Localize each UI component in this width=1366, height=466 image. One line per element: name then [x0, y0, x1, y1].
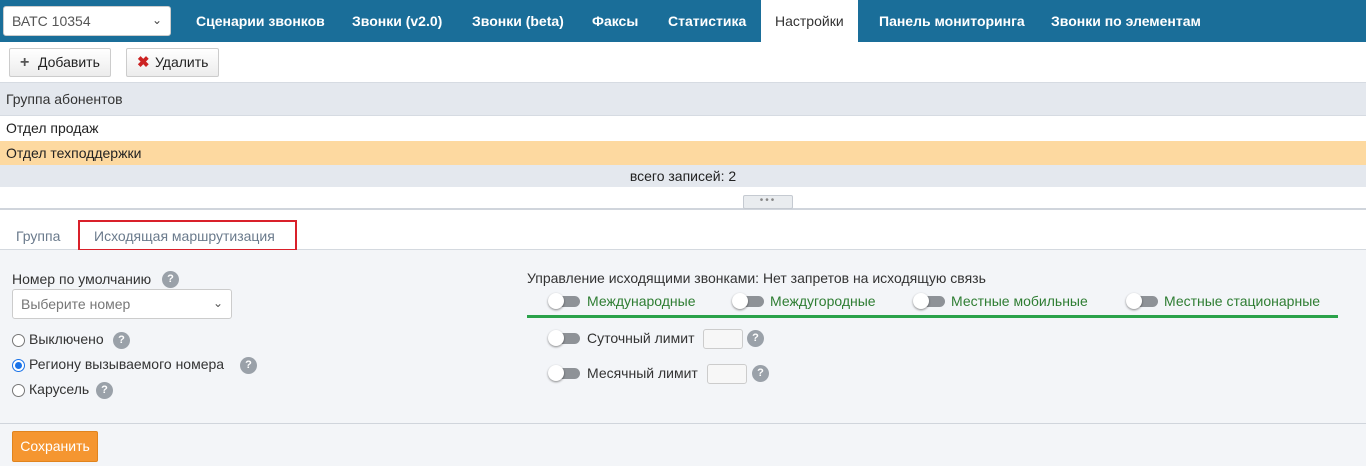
toggle-long-distance-label: Междугородные — [770, 293, 876, 309]
chevron-down-icon: ⌄ — [212, 296, 223, 310]
radio-disabled[interactable] — [12, 334, 25, 347]
tab-calls-by-elements[interactable]: Звонки по элементам — [1051, 0, 1201, 42]
close-icon: ✖ — [137, 54, 150, 71]
tab-call-scenarios[interactable]: Сценарии звонков — [196, 0, 325, 42]
pbx-selector[interactable]: ВАТС 10354 ⌄ — [3, 6, 171, 36]
help-icon[interactable]: ? — [240, 357, 257, 374]
toggle-daily-limit[interactable] — [548, 330, 580, 346]
add-button-label: Добавить — [38, 54, 100, 70]
radio-callee-region[interactable] — [12, 359, 25, 372]
tab-statistics[interactable]: Статистика — [668, 0, 746, 42]
plus-icon: + — [20, 54, 30, 71]
call-types-underline — [527, 315, 1338, 318]
save-button[interactable]: Сохранить — [12, 431, 98, 462]
splitter-handle-icon[interactable]: ••• — [743, 195, 793, 209]
chevron-down-icon: ⌄ — [151, 13, 162, 27]
toggle-long-distance[interactable] — [732, 293, 764, 309]
default-number-select[interactable]: Выберите номер ⌄ — [12, 289, 232, 319]
grid-column-header[interactable]: Группа абонентов — [0, 82, 1366, 116]
add-button[interactable]: + Добавить — [9, 48, 111, 77]
toggle-local-landline-label: Местные стационарные — [1164, 293, 1321, 309]
help-icon[interactable]: ? — [113, 332, 130, 349]
toggle-local-landline[interactable] — [1126, 293, 1158, 309]
radio-carousel-label: Карусель — [29, 381, 90, 397]
tab-settings[interactable]: Настройки — [761, 0, 858, 43]
row-group-name: Отдел техподдержки — [6, 145, 142, 161]
outgoing-calls-title: Управление исходящими звонками: Нет запр… — [527, 270, 986, 286]
delete-button-label: Удалить — [155, 54, 209, 70]
toggle-local-mobile-label: Местные мобильные — [951, 293, 1088, 309]
default-number-label: Номер по умолчанию — [12, 271, 152, 287]
pbx-selector-value: ВАТС 10354 — [12, 13, 91, 29]
help-icon[interactable]: ? — [752, 365, 769, 382]
toggle-local-mobile[interactable] — [913, 293, 945, 309]
delete-button[interactable]: ✖ Удалить — [126, 48, 220, 77]
toggle-international[interactable] — [548, 293, 580, 309]
help-icon[interactable]: ? — [162, 271, 179, 288]
toggle-monthly-limit[interactable] — [548, 365, 580, 381]
footer-divider — [0, 423, 1366, 424]
radio-callee-region-label: Региону вызываемого номера — [29, 356, 225, 372]
monthly-limit-input[interactable] — [707, 364, 747, 384]
table-row-selected[interactable]: Отдел техподдержки — [0, 141, 1366, 166]
daily-limit-input[interactable] — [703, 329, 743, 349]
monthly-limit-label: Месячный лимит — [587, 365, 698, 381]
daily-limit-label: Суточный лимит — [587, 330, 695, 346]
grid-record-count: всего записей: 2 — [0, 165, 1366, 187]
toolbar: + Добавить ✖ Удалить — [0, 42, 1366, 82]
toggle-international-label: Международные — [587, 293, 696, 309]
radio-carousel[interactable] — [12, 384, 25, 397]
tab-group[interactable]: Группа — [16, 228, 60, 244]
default-number-placeholder: Выберите номер — [21, 296, 131, 312]
help-icon[interactable]: ? — [96, 382, 113, 399]
tab-calls-beta[interactable]: Звонки (beta) — [472, 0, 564, 42]
tab-monitoring-panel[interactable]: Панель мониторинга — [879, 0, 1025, 42]
top-navigation: ВАТС 10354 ⌄ Сценарии звонков Звонки (v2… — [0, 0, 1366, 43]
tab-outgoing-routing[interactable]: Исходящая маршрутизация — [94, 228, 275, 244]
row-group-name: Отдел продаж — [6, 120, 99, 136]
table-row[interactable]: Отдел продаж — [0, 116, 1366, 141]
radio-disabled-label: Выключено — [29, 331, 104, 347]
tab-faxes[interactable]: Факсы — [592, 0, 638, 42]
tab-calls-v2[interactable]: Звонки (v2.0) — [352, 0, 442, 42]
help-icon[interactable]: ? — [747, 330, 764, 347]
